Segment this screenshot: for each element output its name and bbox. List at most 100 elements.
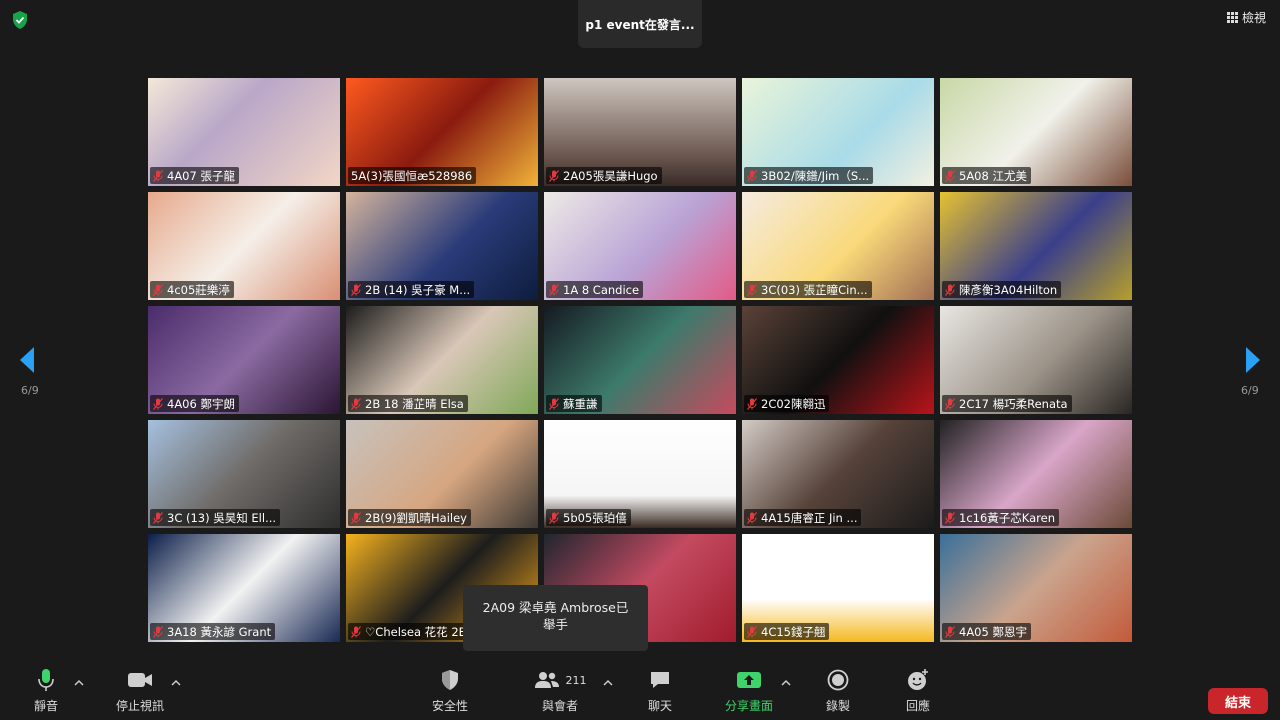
participant-name-tag: 蘇重謙 [546, 395, 602, 412]
share-screen-label: 分享畫面 [724, 699, 773, 713]
participant-tile[interactable]: 1A 8 Candice [544, 192, 736, 300]
participants-options-chevron-up-icon[interactable] [601, 678, 615, 688]
participant-tile[interactable]: 4A15唐睿正 Jin ... [742, 420, 934, 528]
mute-label: 靜音 [33, 699, 58, 713]
chat-button[interactable]: 聊天 [638, 664, 682, 720]
participant-name: 3B02/陳鐠/Jim（S... [761, 168, 870, 183]
microphone-icon [38, 669, 54, 691]
video-options-chevron-up-icon[interactable] [169, 678, 183, 688]
participant-tile[interactable]: 4A05 鄭恩宇 [940, 534, 1132, 642]
chat-label: 聊天 [647, 699, 672, 713]
notification-line-1: 2A09 梁卓堯 Ambrose已 [482, 600, 629, 615]
share-options-chevron-up-icon[interactable] [779, 678, 793, 688]
participant-name: 5A08 江尤美 [959, 168, 1027, 183]
participant-name-tag: 4A07 張子龍 [150, 167, 239, 184]
notification-line-2: 舉手 [542, 617, 568, 632]
participant-tile[interactable]: 3C(03) 張芷瞳Cin... [742, 192, 934, 300]
mute-button[interactable]: 靜音 [24, 664, 68, 720]
participant-name-tag: 2B (14) 吳子豪 M... [348, 281, 475, 298]
participant-tile[interactable]: 2B 18 潘芷晴 Elsa [346, 306, 538, 414]
participant-tile[interactable]: 2B (14) 吳子豪 M... [346, 192, 538, 300]
participant-name-tag: 2A05張昊謙Hugo [546, 167, 662, 184]
participants-count: 211 [565, 673, 587, 687]
participant-tile[interactable]: 2A05張昊謙Hugo [544, 78, 736, 186]
participant-tile[interactable]: 4A06 鄭宇朗 [148, 306, 340, 414]
muted-mic-icon [351, 283, 361, 296]
participant-name-tag: 陳彥衡3A04Hilton [942, 281, 1062, 298]
share-screen-button[interactable]: 分享畫面 [720, 664, 778, 720]
muted-mic-icon [747, 511, 757, 524]
participant-tile[interactable]: 5b05張珀僖 [544, 420, 736, 528]
end-meeting-button[interactable]: 結束 [1208, 688, 1268, 714]
chat-bubble-icon [651, 672, 669, 688]
record-button[interactable]: 錄製 [816, 664, 860, 720]
next-page-arrow-icon[interactable] [1242, 345, 1262, 375]
muted-mic-icon [747, 397, 757, 410]
muted-mic-icon [351, 625, 361, 638]
participant-name-tag: 5A(3)張國恒æ528986 [348, 167, 477, 184]
participant-name: 1c16黃子芯Karen [959, 510, 1055, 525]
muted-mic-icon [747, 283, 757, 296]
view-label: 檢視 [1241, 11, 1266, 25]
participant-name-tag: 4A06 鄭宇朗 [150, 395, 239, 412]
participant-name-tag: 5A08 江尤美 [942, 167, 1031, 184]
participant-tile[interactable]: 1c16黃子芯Karen [940, 420, 1132, 528]
participant-name: 4c05莊樂渟 [167, 282, 230, 297]
participant-name-tag: 4C15錢子翹 [744, 623, 830, 640]
participant-tile[interactable]: 2C02陳翱迅 [742, 306, 934, 414]
share-screen-icon [737, 672, 761, 688]
participant-name-tag: 4c05莊樂渟 [150, 281, 234, 298]
record-label: 錄製 [825, 699, 850, 713]
participant-tile[interactable]: 2B(9)劉凱晴Hailey [346, 420, 538, 528]
smiley-plus-icon [908, 669, 928, 690]
participant-tile[interactable]: 蘇重謙 [544, 306, 736, 414]
participant-name: 4A15唐睿正 Jin ... [761, 510, 858, 525]
muted-mic-icon [549, 283, 559, 296]
participant-tile[interactable]: 陳彥衡3A04Hilton [940, 192, 1132, 300]
participant-tile[interactable]: 3A18 黃永諺 Grant [148, 534, 340, 642]
record-icon [827, 669, 849, 691]
muted-mic-icon [945, 283, 955, 296]
security-shield-icon [442, 670, 458, 690]
encryption-shield-icon[interactable] [10, 10, 30, 30]
reactions-button[interactable]: 回應 [896, 664, 940, 720]
muted-mic-icon [153, 511, 163, 524]
participant-name: 2B (14) 吳子豪 M... [365, 282, 471, 297]
participant-name: 3C(03) 張芷瞳Cin... [761, 282, 868, 297]
stop-video-button[interactable]: 停止視訊 [110, 664, 170, 720]
audio-options-chevron-up-icon[interactable] [72, 678, 86, 688]
participant-name: 3A18 黃永諺 Grant [167, 624, 272, 639]
security-label: 安全性 [431, 699, 468, 713]
participant-name-tag: 2B(9)劉凱晴Hailey [348, 509, 471, 526]
muted-mic-icon [945, 625, 955, 638]
security-button[interactable]: 安全性 [424, 664, 476, 720]
participant-name: 4A07 張子龍 [167, 168, 235, 183]
previous-page-arrow-icon[interactable] [18, 345, 38, 375]
view-button[interactable]: 檢視 [1226, 9, 1266, 26]
participant-tile[interactable]: 2C17 楊巧柔Renata [940, 306, 1132, 414]
participant-tile[interactable]: 5A08 江尤美 [940, 78, 1132, 186]
active-speaker-label: p1 event在發言... [585, 17, 695, 32]
participant-name: 蘇重謙 [563, 396, 598, 411]
participant-name: 2B(9)劉凱晴Hailey [365, 510, 467, 525]
participant-name-tag: 3A18 黃永諺 Grant [150, 623, 276, 640]
participants-button[interactable]: 211 與會者 [530, 664, 590, 720]
muted-mic-icon [351, 397, 361, 410]
participant-name: 2A05張昊謙Hugo [563, 168, 658, 183]
participant-tile[interactable]: 3C (13) 吳昊知 Ell... [148, 420, 340, 528]
muted-mic-icon [549, 169, 559, 182]
end-label: 結束 [1224, 695, 1251, 711]
participant-tile[interactable]: 4c05莊樂渟 [148, 192, 340, 300]
participant-tile[interactable]: 5A(3)張國恒æ528986 [346, 78, 538, 186]
muted-mic-icon [549, 397, 559, 410]
participant-name: 4C15錢子翹 [761, 624, 826, 639]
muted-mic-icon [747, 625, 757, 638]
muted-mic-icon [945, 397, 955, 410]
video-gallery: 4A07 張子龍 5A(3)張國恒æ528986 2A05張昊謙Hugo 3B02/陳… [148, 78, 1132, 644]
participant-tile[interactable]: 3B02/陳鐠/Jim（S... [742, 78, 934, 186]
participant-name-tag: 3C(03) 張芷瞳Cin... [744, 281, 872, 298]
page-indicator-left: 6/9 [21, 384, 39, 397]
muted-mic-icon [153, 283, 163, 296]
participant-tile[interactable]: 4A07 張子龍 [148, 78, 340, 186]
participant-tile[interactable]: 4C15錢子翹 [742, 534, 934, 642]
